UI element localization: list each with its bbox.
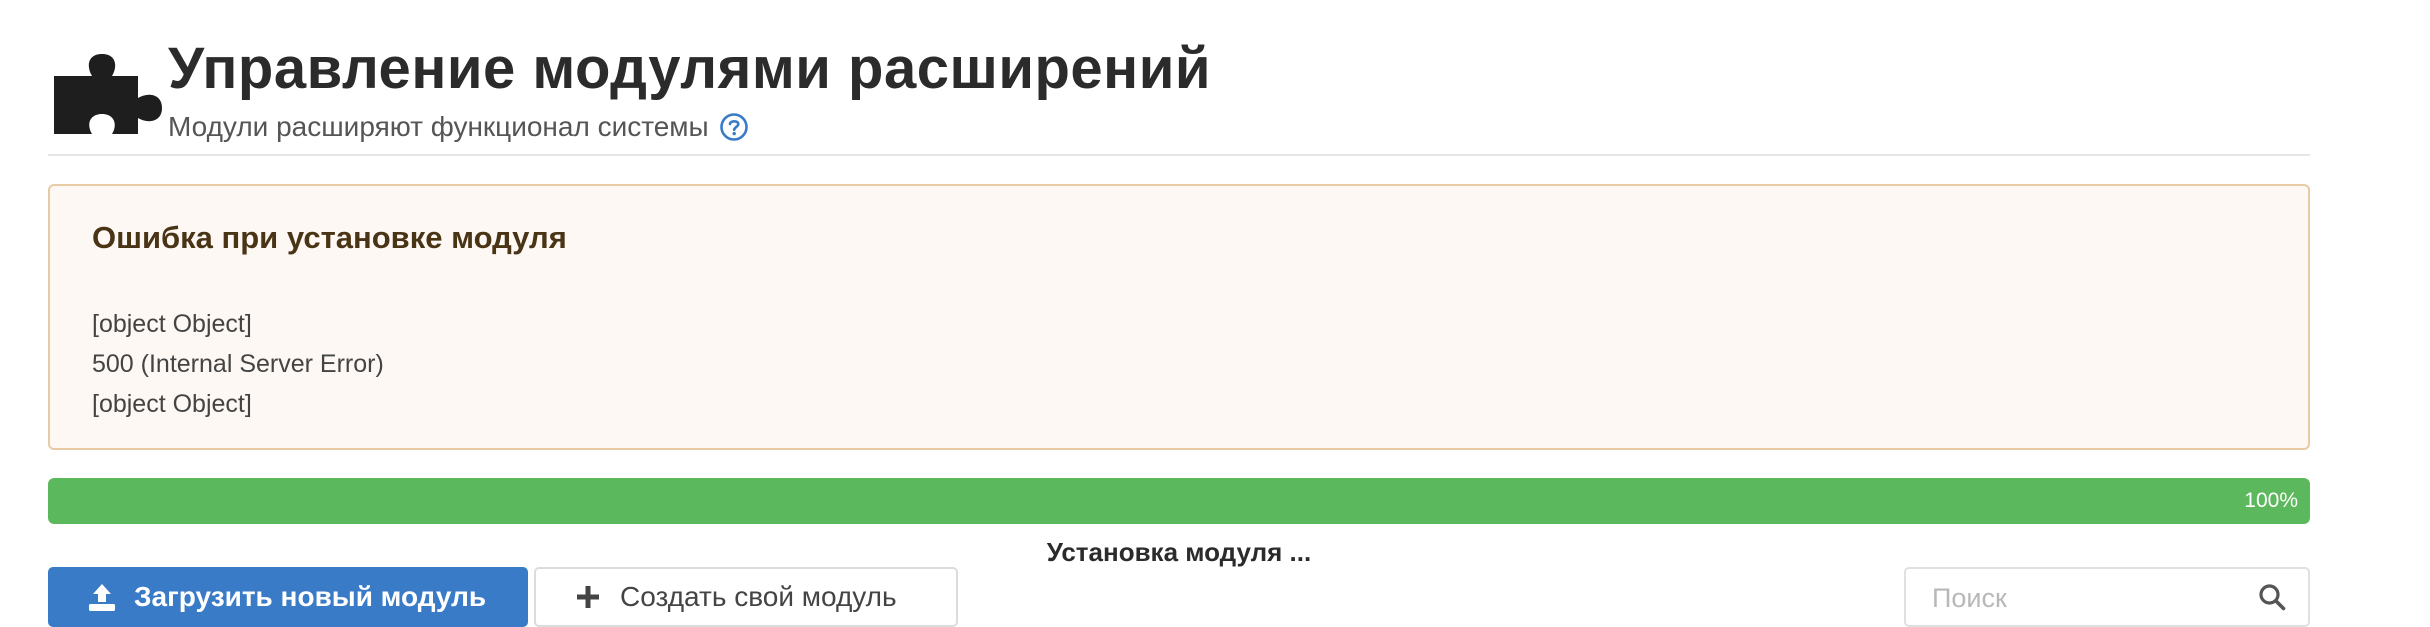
alert-line: 500 (Internal Server Error) <box>92 350 384 378</box>
alert-messages: [object Object] 500 (Internal Server Err… <box>92 304 384 424</box>
progress-bar: 100% <box>48 478 2310 524</box>
error-alert: Ошибка при установке модуля [object Obje… <box>48 184 2310 450</box>
progress-label: 100% <box>2244 489 2298 512</box>
upload-module-button[interactable]: Загрузить новый модуль <box>48 567 528 627</box>
alert-line: [object Object] <box>92 310 252 338</box>
upload-button-label: Загрузить новый модуль <box>134 581 487 612</box>
upload-icon <box>89 584 115 611</box>
page: Управление модулями расширений Модули ра… <box>48 0 2310 627</box>
search-icon[interactable] <box>2258 583 2286 611</box>
search-box <box>1904 567 2310 627</box>
puzzle-icon <box>54 54 162 134</box>
search-input[interactable] <box>1906 569 2264 627</box>
plus-icon <box>577 586 599 608</box>
progress-fill: 100% <box>48 478 2310 524</box>
subtitle-row: Модули расширяют функционал системы <box>168 109 749 145</box>
alert-title: Ошибка при установке модуля <box>92 220 567 255</box>
create-module-button[interactable]: Создать свой модуль <box>534 567 958 627</box>
page-header: Управление модулями расширений Модули ра… <box>48 0 2310 156</box>
create-button-label: Создать свой модуль <box>620 581 897 612</box>
page-title: Управление модулями расширений <box>168 36 1212 101</box>
alert-line: [object Object] <box>92 390 252 418</box>
help-icon[interactable] <box>719 112 749 142</box>
page-subtitle: Модули расширяют функционал системы <box>168 111 709 142</box>
progress-status: Установка модуля ... <box>1046 537 1312 567</box>
